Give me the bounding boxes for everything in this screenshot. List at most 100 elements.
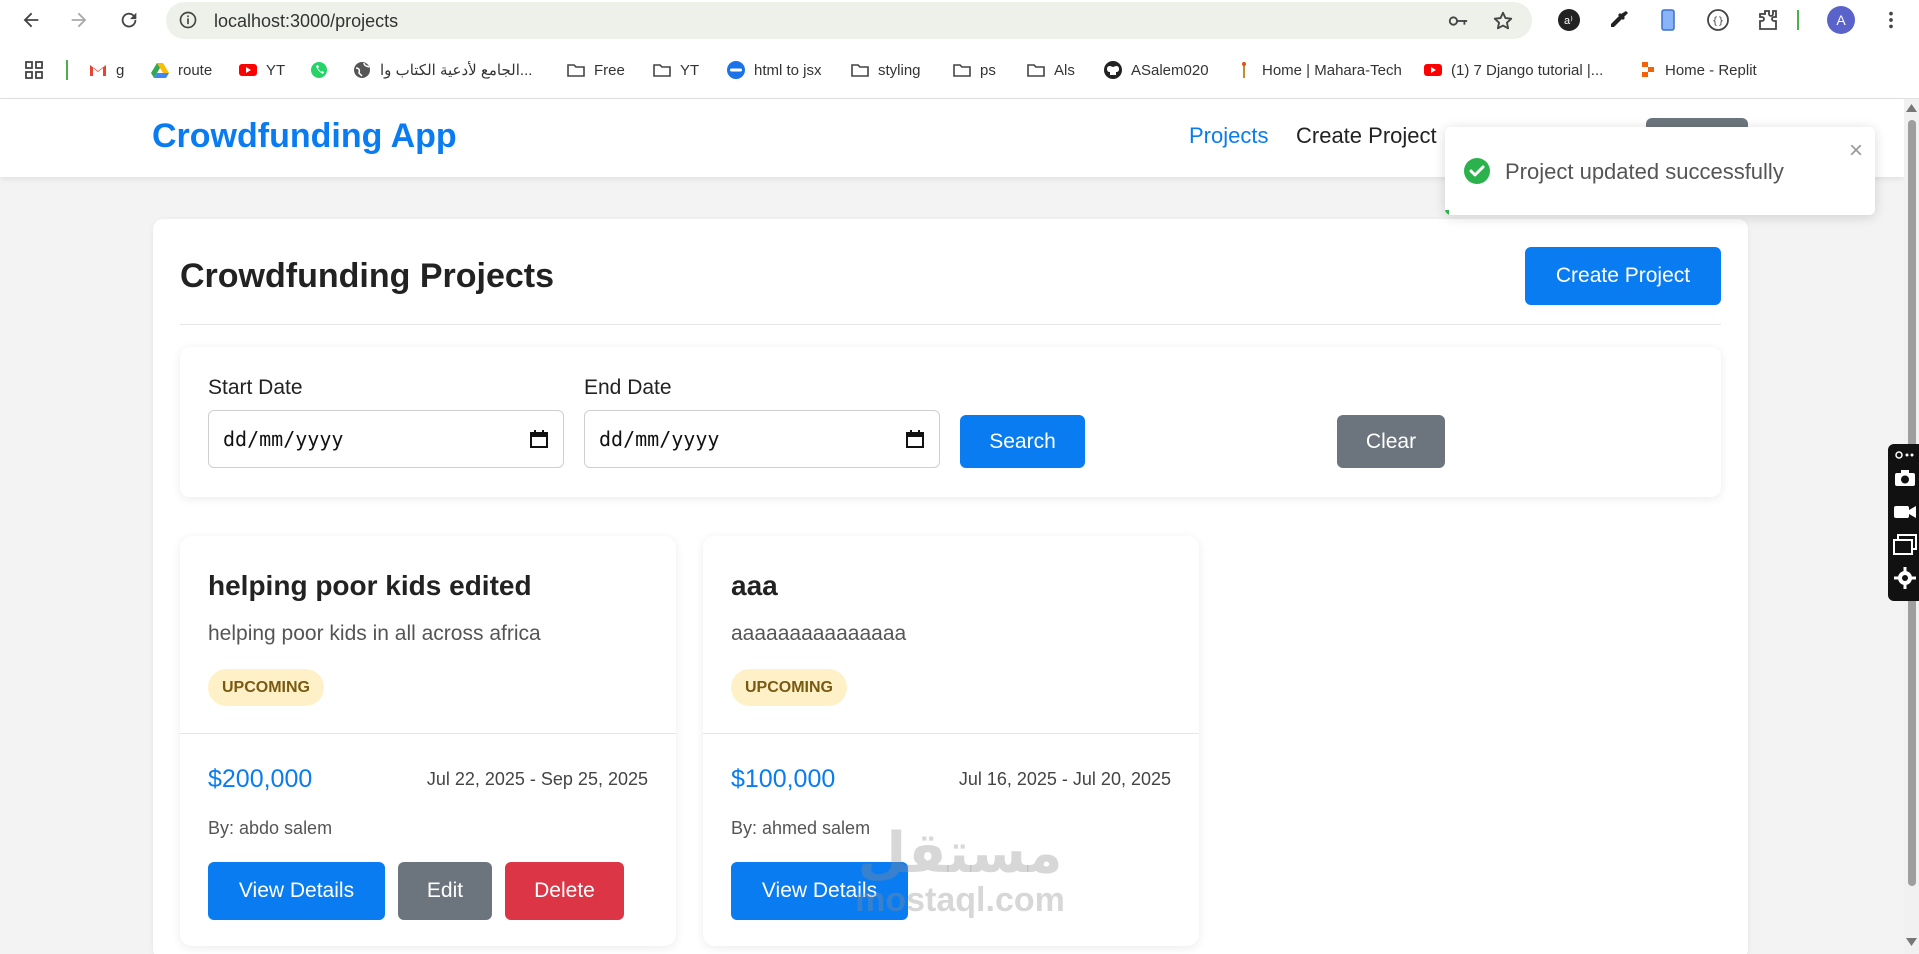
end-date-label: End Date [584, 376, 672, 399]
scroll-down-arrow-icon[interactable] [1906, 938, 1917, 946]
bookmark-item[interactable]: Als [1026, 58, 1075, 82]
view-details-button[interactable]: View Details [208, 862, 385, 920]
search-button[interactable]: Search [960, 415, 1085, 468]
bookmark-item[interactable]: route [150, 58, 212, 82]
start-date-value: dd/mm/yyyy [223, 427, 344, 451]
url-text[interactable]: localhost:3000/projects [214, 11, 398, 32]
bookmark-item[interactable]: Home | Mahara-Tech [1234, 58, 1402, 82]
reload-icon[interactable] [118, 9, 140, 31]
bookmark-item[interactable]: YT [652, 58, 699, 82]
calendar-icon[interactable] [529, 429, 549, 449]
nav-link-create-project[interactable]: Create Project [1296, 123, 1437, 149]
gmail-icon [90, 65, 106, 76]
site-info-icon[interactable] [178, 10, 198, 30]
extension-a-icon[interactable]: a⁾ [1557, 8, 1581, 32]
edit-button[interactable]: Edit [398, 862, 492, 920]
device-extension-icon[interactable] [1656, 8, 1680, 32]
bookmarks-divider [66, 60, 68, 80]
svg-text:a⁾: a⁾ [1564, 15, 1573, 27]
whatsapp-icon [311, 62, 327, 78]
calendar-icon[interactable] [905, 429, 925, 449]
project-card: aaa aaaaaaaaaaaaaaa UPCOMING $100,000 Ju… [703, 536, 1199, 946]
widget-handle-icon[interactable] [1893, 448, 1917, 462]
project-title: helping poor kids edited [208, 570, 532, 601]
nav-link-projects[interactable]: Projects [1189, 123, 1268, 149]
start-date-input[interactable]: dd/mm/yyyy [208, 410, 564, 468]
camera-icon[interactable] [1893, 466, 1917, 490]
folder-icon [567, 64, 585, 77]
status-badge: UPCOMING [731, 669, 847, 706]
folder-icon [851, 64, 869, 77]
toast-progress-bar [1445, 210, 1450, 215]
password-key-icon[interactable] [1446, 10, 1470, 32]
profile-avatar[interactable]: A [1827, 6, 1855, 34]
view-details-button[interactable]: View Details [731, 862, 908, 920]
recorder-widget [1888, 444, 1919, 601]
end-date-value: dd/mm/yyyy [599, 427, 720, 451]
settings-gear-icon[interactable] [1893, 566, 1917, 590]
menu-dots-icon[interactable] [1880, 9, 1902, 31]
folder-icon [653, 64, 671, 77]
project-title: aaa [731, 570, 778, 601]
forward-icon[interactable] [68, 9, 90, 31]
toast-message: Project updated successfully [1505, 159, 1784, 184]
youtube-icon [1424, 64, 1442, 76]
date-filter-panel: Start Date dd/mm/yyyy End Date dd/mm/yyy… [180, 347, 1721, 497]
start-date-label: Start Date [208, 376, 303, 399]
bookmark-item[interactable]: html to jsx [726, 58, 822, 82]
drive-icon [151, 63, 169, 78]
bookmark-star-icon[interactable] [1492, 10, 1514, 32]
scroll-up-arrow-icon[interactable] [1906, 104, 1917, 112]
toolbar-divider [1797, 10, 1799, 30]
github-icon [1104, 61, 1122, 79]
link-icon [727, 61, 745, 79]
bookmark-item[interactable]: Free [566, 58, 625, 82]
apps-grid-icon[interactable] [24, 58, 44, 82]
youtube-icon [239, 64, 257, 76]
success-toast: Project updated successfully × [1445, 127, 1875, 215]
bookmark-item[interactable]: YT [238, 58, 285, 82]
window-capture-icon[interactable] [1893, 532, 1917, 556]
extensions-puzzle-icon[interactable] [1756, 8, 1780, 32]
folder-icon [953, 64, 971, 77]
bookmark-item[interactable]: styling [850, 58, 921, 82]
address-bar[interactable]: localhost:3000/projects [166, 2, 1532, 39]
svg-text:{}: {} [1712, 16, 1724, 27]
bookmark-item[interactable]: ps [952, 58, 996, 82]
end-date-input[interactable]: dd/mm/yyyy [584, 410, 940, 468]
bookmark-item[interactable]: g [88, 58, 124, 82]
globe-icon [354, 62, 370, 78]
code-extension-icon[interactable]: {} [1706, 8, 1730, 32]
card-divider [703, 733, 1199, 734]
project-goal: $200,000 [208, 765, 313, 793]
project-description: helping poor kids in all across africa [208, 622, 541, 645]
toast-close-icon[interactable]: × [1849, 137, 1863, 165]
bookmarks-bar: g route YT الجامع لأدعية الكتاب وا... Fr… [0, 40, 1919, 99]
folder-icon [1027, 64, 1045, 77]
project-dates: Jul 22, 2025 - Sep 25, 2025 [426, 769, 648, 789]
mahara-icon [1242, 62, 1246, 78]
card-divider [180, 733, 676, 734]
header-divider [180, 324, 1721, 325]
browser-toolbar: localhost:3000/projects a⁾ {} A [0, 0, 1919, 40]
project-dates: Jul 16, 2025 - Jul 20, 2025 [958, 769, 1171, 789]
project-owner: By: abdo salem [208, 818, 333, 838]
success-check-icon [1464, 158, 1490, 184]
bookmark-item[interactable]: (1) 7 Django tutorial |... [1423, 58, 1603, 82]
bookmark-item[interactable]: الجامع لأدعية الكتاب وا... [352, 58, 532, 82]
back-icon[interactable] [20, 9, 42, 31]
delete-button[interactable]: Delete [505, 862, 624, 920]
clear-button[interactable]: Clear [1337, 415, 1445, 468]
create-project-button[interactable]: Create Project [1525, 247, 1721, 305]
bookmark-item[interactable]: Home - Replit [1637, 58, 1757, 82]
status-badge: UPCOMING [208, 669, 324, 706]
eyedropper-icon[interactable] [1607, 8, 1631, 32]
bookmark-item[interactable]: ASalem020 [1103, 58, 1209, 82]
bookmark-item[interactable] [309, 58, 329, 82]
project-owner: By: ahmed salem [731, 818, 871, 838]
project-description: aaaaaaaaaaaaaaa [731, 622, 907, 645]
page-title: Crowdfunding Projects [180, 257, 554, 295]
brand-logo[interactable]: Crowdfunding App [152, 117, 457, 156]
project-card: helping poor kids edited helping poor ki… [180, 536, 676, 946]
video-record-icon[interactable] [1893, 500, 1917, 524]
